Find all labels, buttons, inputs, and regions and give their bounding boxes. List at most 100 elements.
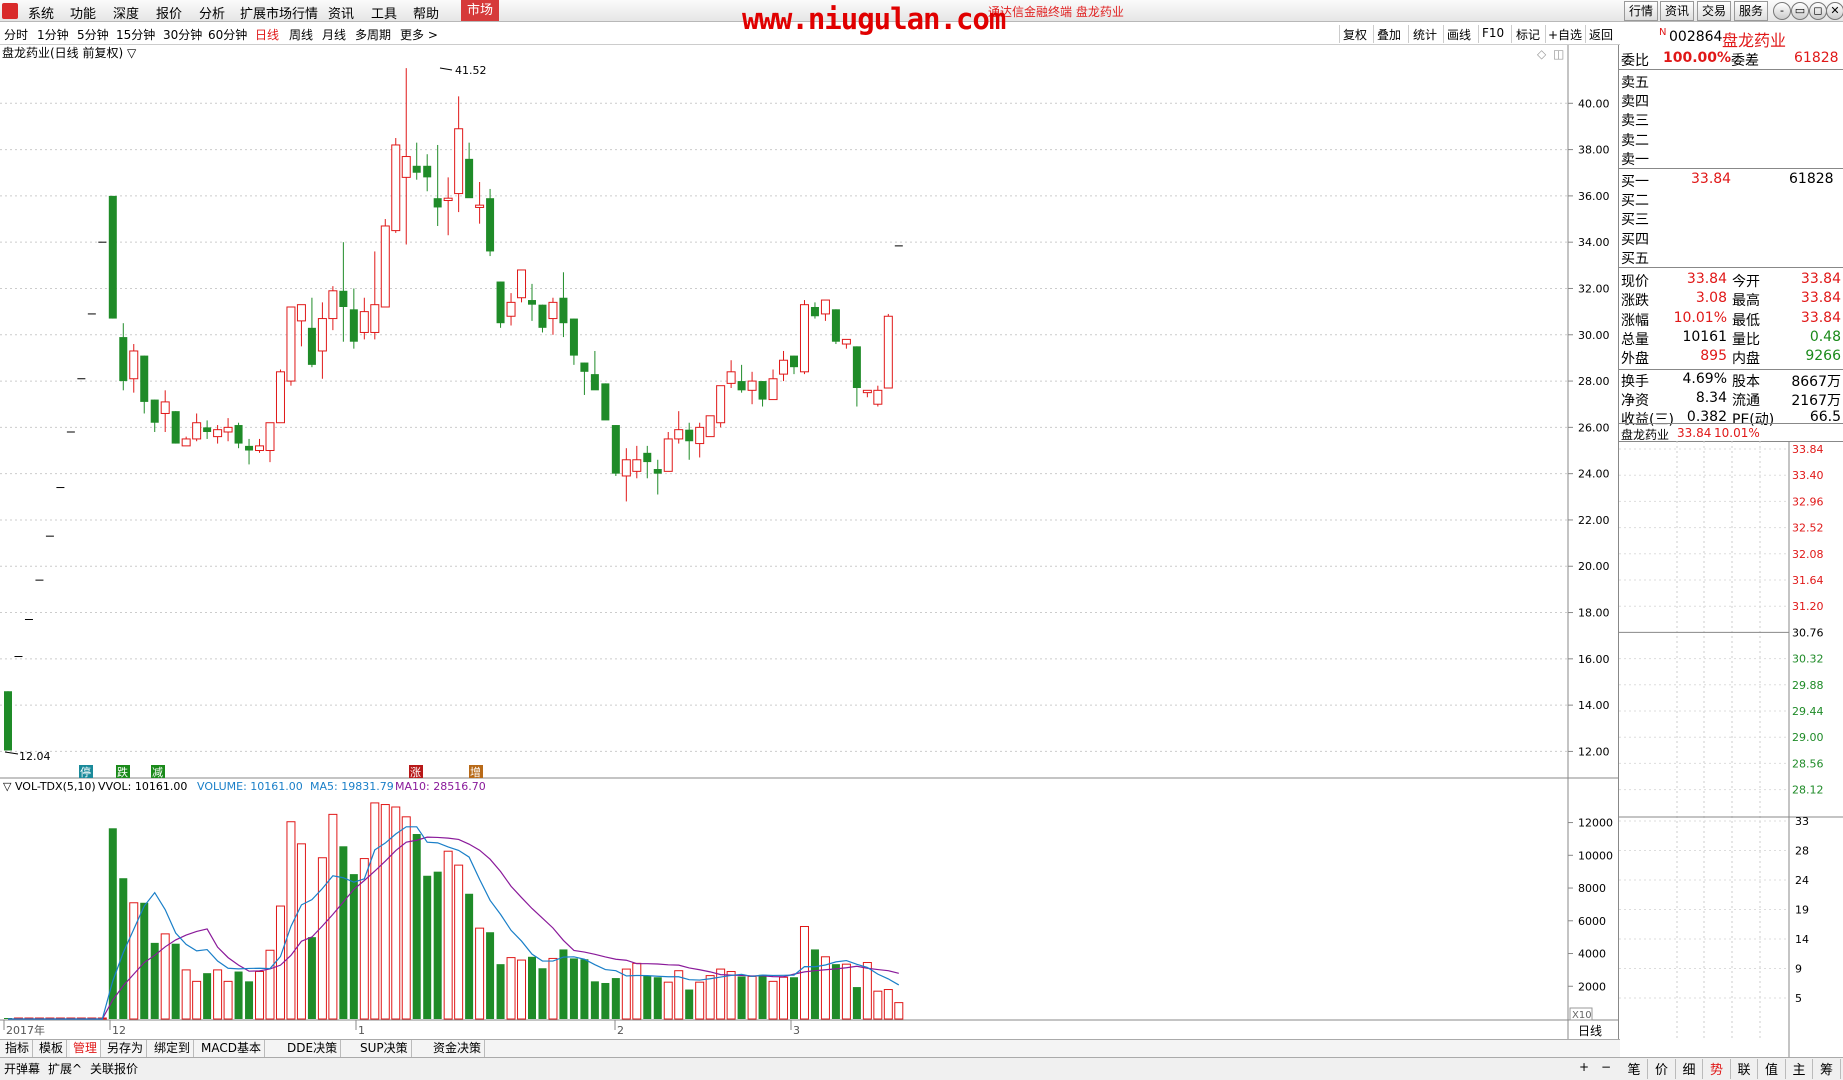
volume-bar xyxy=(831,964,840,1019)
period-more[interactable]: 更多 > xyxy=(400,26,438,43)
candle xyxy=(192,413,202,442)
close-icon[interactable]: ✕ xyxy=(1826,2,1843,20)
quotes-button[interactable]: 行情 xyxy=(1624,1,1658,21)
menu-quote[interactable]: 报价 xyxy=(156,3,182,22)
ask-level-3: 卖三 xyxy=(1621,113,1649,130)
danmaku-button[interactable]: 开弹幕 xyxy=(4,1060,40,1077)
mini-timeshare-chart[interactable]: 33.84 33.40 32.96 32.52 32.08 31.64 31.20 30.76… xyxy=(1619,441,1843,1061)
volume-bar xyxy=(601,982,610,1019)
bid-level-5: 买五 xyxy=(1621,250,1649,267)
right-tab-3[interactable]: 势 xyxy=(1704,1059,1731,1079)
period-5min[interactable]: 5分钟 xyxy=(77,26,109,43)
mini-price-tick: 32.52 xyxy=(1792,522,1824,535)
diamond-icon[interactable]: ◇ xyxy=(1537,47,1547,61)
f10-button[interactable]: F10 xyxy=(1482,26,1504,40)
mini-price-tick: 28.12 xyxy=(1792,784,1824,797)
add-watchlist-button[interactable]: +自选 xyxy=(1548,26,1582,43)
period-1min[interactable]: 1分钟 xyxy=(37,26,69,43)
adjust-button[interactable]: 复权 xyxy=(1343,26,1367,43)
right-tab-4[interactable]: 联 xyxy=(1731,1059,1758,1079)
back-button[interactable]: 返回 xyxy=(1589,26,1613,43)
vol-unit: X10 xyxy=(1572,1010,1592,1021)
price-tick: 18.00 xyxy=(1578,607,1610,620)
weicha-label: 委差 xyxy=(1731,53,1759,69)
menu-depth[interactable]: 深度 xyxy=(113,3,139,22)
extend-button[interactable]: 扩展^ xyxy=(48,1060,82,1077)
candle xyxy=(119,323,128,391)
volume-bar xyxy=(339,846,348,1019)
menu-system[interactable]: 系统 xyxy=(28,3,54,22)
overlay-button[interactable]: 叠加 xyxy=(1377,26,1401,43)
menu-analysis[interactable]: 分析 xyxy=(199,3,225,22)
maximize-icon[interactable]: ◻ xyxy=(1809,2,1827,20)
right-tab-1[interactable]: 价 xyxy=(1649,1059,1676,1079)
vol-indicator-name[interactable]: ▽ VOL-TDX(5,10) xyxy=(3,780,96,793)
bottom-tab-2[interactable]: 管理 xyxy=(70,1040,102,1058)
mini-price-tick: 32.96 xyxy=(1792,495,1824,508)
volume-bar xyxy=(820,956,830,1020)
vol-tick: 12000 xyxy=(1578,817,1613,830)
bottom-tab-3[interactable]: 另存为 xyxy=(104,1040,148,1058)
price-tick: 14.00 xyxy=(1578,699,1610,712)
window-subtitle: 通达信金融终端 盘龙药业 xyxy=(988,5,1124,19)
high-label: 41.52 xyxy=(455,64,487,77)
period-monthly[interactable]: 月线 xyxy=(322,26,346,43)
period-30min[interactable]: 30分钟 xyxy=(163,26,202,43)
bottom-tab-8[interactable]: 资金决策 xyxy=(430,1040,486,1058)
period-15min[interactable]: 15分钟 xyxy=(116,26,155,43)
volume-bar xyxy=(296,843,306,1020)
minimize-icon[interactable]: - xyxy=(1773,2,1791,20)
bottom-tab-6[interactable]: DDE决策 xyxy=(284,1040,342,1058)
volume-bar xyxy=(119,878,128,1019)
menu-news[interactable]: 资讯 xyxy=(328,3,354,22)
volume-bar xyxy=(580,959,589,1019)
menu-function[interactable]: 功能 xyxy=(70,3,96,22)
bottom-tab-4[interactable]: 绑定到 xyxy=(151,1040,195,1058)
period-timeshare[interactable]: 分时 xyxy=(4,26,28,43)
candle xyxy=(799,300,809,375)
vol-tick: 10000 xyxy=(1578,849,1613,862)
menu-help[interactable]: 帮助 xyxy=(413,3,439,22)
volume-bar xyxy=(380,804,390,1020)
minus-button[interactable]: − xyxy=(1601,1060,1611,1074)
period-weekly[interactable]: 周线 xyxy=(289,26,313,43)
volume-bar xyxy=(663,981,673,1020)
signal-text: 停 xyxy=(80,765,91,779)
bottom-tab-7[interactable]: SUP决策 xyxy=(357,1040,412,1058)
menu-bar: 系统 功能 深度 报价 分析 扩展市场行情 资讯 工具 帮助 市场 通达信金融终… xyxy=(0,0,1843,36)
service-button[interactable]: 服务 xyxy=(1734,1,1768,21)
menu-tools[interactable]: 工具 xyxy=(371,3,397,22)
candle xyxy=(265,422,275,463)
bottom-tab-5[interactable]: MACD基本 xyxy=(198,1040,265,1058)
period-60min[interactable]: 60分钟 xyxy=(208,26,247,43)
mark-button[interactable]: 标记 xyxy=(1516,26,1540,43)
vol-tick: 6000 xyxy=(1578,915,1606,928)
right-tab-2[interactable]: 细 xyxy=(1676,1059,1703,1079)
related-quote-button[interactable]: 关联报价 xyxy=(90,1060,138,1077)
stats-button[interactable]: 统计 xyxy=(1413,26,1437,43)
bottom-tab-0[interactable]: 指标 xyxy=(2,1040,34,1058)
candle xyxy=(841,338,851,349)
kline-chart[interactable]: 盘龙药业(日线 前复权) ▽ ◇ ◫ 40.00 38.00 36.00 34.00 3… xyxy=(0,45,1618,1039)
plus-button[interactable]: + xyxy=(1579,1060,1589,1074)
candle xyxy=(528,283,536,321)
right-tab-0[interactable]: 笔 xyxy=(1621,1059,1648,1079)
bottom-tab-1[interactable]: 模板 xyxy=(36,1040,68,1058)
period-multi[interactable]: 多周期 xyxy=(355,26,391,43)
app-logo-icon[interactable] xyxy=(2,3,18,19)
menu-extended-market[interactable]: 扩展市场行情 xyxy=(240,3,318,22)
candle xyxy=(454,96,464,213)
right-tab-6[interactable]: 主 xyxy=(1786,1059,1813,1079)
volume-bar xyxy=(192,980,202,1020)
stat-value2-0: 33.84 xyxy=(1800,271,1841,287)
draw-button[interactable]: 画线 xyxy=(1447,26,1471,43)
market-tab[interactable]: 市场 xyxy=(461,0,499,21)
news-button[interactable]: 资讯 xyxy=(1660,1,1694,21)
right-tab-7[interactable]: 筹 xyxy=(1814,1059,1841,1079)
trade-button[interactable]: 交易 xyxy=(1697,1,1731,21)
stat-label-3: 总量 xyxy=(1621,331,1649,348)
window-icon[interactable]: ◫ xyxy=(1553,47,1564,61)
restore-icon[interactable]: ▭ xyxy=(1791,2,1809,20)
right-tab-5[interactable]: 值 xyxy=(1759,1059,1786,1079)
period-daily[interactable]: 日线 xyxy=(255,26,279,43)
